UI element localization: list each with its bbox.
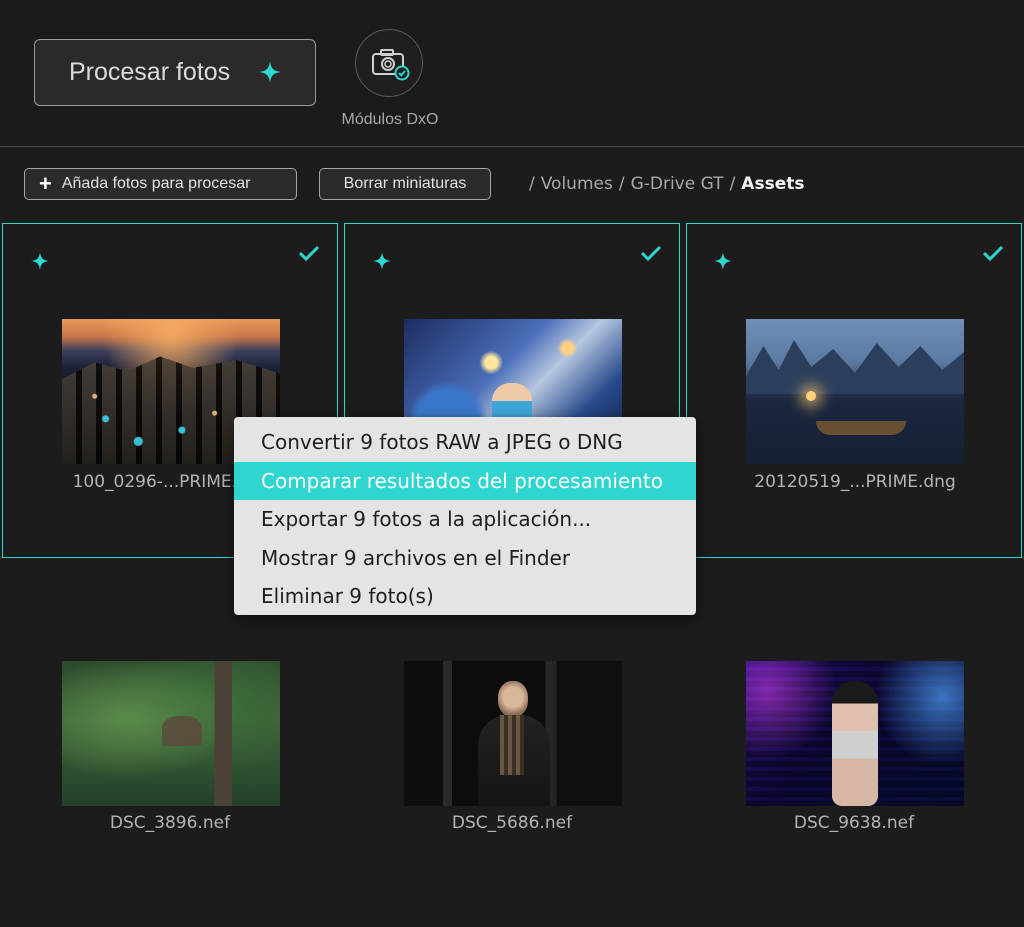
- checkmark-icon: [640, 245, 662, 261]
- sparkle-icon: [31, 252, 49, 270]
- menu-item-delete[interactable]: Eliminar 9 foto(s): [234, 577, 696, 616]
- photo-thumbnail: [404, 661, 622, 806]
- photo-filename: DSC_3896.nef: [109, 813, 231, 833]
- context-menu: Convertir 9 fotos RAW a JPEG o DNG Compa…: [234, 417, 696, 615]
- breadcrumb-separator: /: [729, 174, 736, 194]
- checkmark-icon: [982, 245, 1004, 261]
- breadcrumb-item-volumes[interactable]: Volumes: [541, 174, 613, 194]
- clear-thumbnails-label: Borrar miniaturas: [343, 175, 467, 192]
- photo-filename: 20120519_...PRIME.dng: [754, 472, 956, 492]
- breadcrumb: / Volumes / G-Drive GT / Assets: [523, 174, 804, 194]
- sparkle-icon: [259, 61, 281, 83]
- breadcrumb-separator: /: [618, 174, 625, 194]
- breadcrumb-separator: /: [529, 174, 535, 194]
- sparkle-icon: [714, 252, 732, 270]
- breadcrumb-item-current: Assets: [741, 174, 805, 194]
- top-bar: Procesar fotos Módulos DxO: [0, 0, 1024, 147]
- menu-item-export[interactable]: Exportar 9 fotos a la aplicación...: [234, 500, 696, 539]
- menu-item-convert-raw[interactable]: Convertir 9 fotos RAW a JPEG o DNG: [234, 423, 696, 462]
- dxo-modules-label: Módulos DxO: [341, 111, 439, 128]
- photo-filename: DSC_5686.nef: [451, 813, 573, 833]
- add-photos-label: Añada fotos para procesar: [61, 175, 251, 192]
- sparkle-icon: [373, 252, 391, 270]
- photo-filename: DSC_9638.nef: [793, 813, 915, 833]
- photo-thumbnail: [746, 661, 964, 806]
- breadcrumb-item-drive[interactable]: G-Drive GT: [631, 174, 724, 194]
- photo-thumbnail: [62, 661, 280, 806]
- plus-icon: +: [39, 171, 52, 196]
- clear-thumbnails-button[interactable]: Borrar miniaturas: [319, 168, 491, 200]
- photo-tile[interactable]: 20120519_...PRIME.dng: [686, 223, 1022, 558]
- toolbar: + Añada fotos para procesar Borrar minia…: [0, 147, 1024, 220]
- menu-item-show-in-finder[interactable]: Mostrar 9 archivos en el Finder: [234, 539, 696, 578]
- process-photos-button[interactable]: Procesar fotos: [34, 39, 316, 106]
- dxo-modules-button[interactable]: [355, 29, 423, 97]
- photo-thumbnail: [746, 319, 964, 464]
- photo-tile[interactable]: DSC_9638.nef: [686, 565, 1022, 865]
- process-photos-label: Procesar fotos: [69, 58, 231, 86]
- camera-check-icon: [372, 49, 410, 81]
- add-photos-button[interactable]: + Añada fotos para procesar: [24, 168, 297, 200]
- checkmark-icon: [298, 245, 320, 261]
- menu-item-compare-results[interactable]: Comparar resultados del procesamiento: [234, 461, 696, 500]
